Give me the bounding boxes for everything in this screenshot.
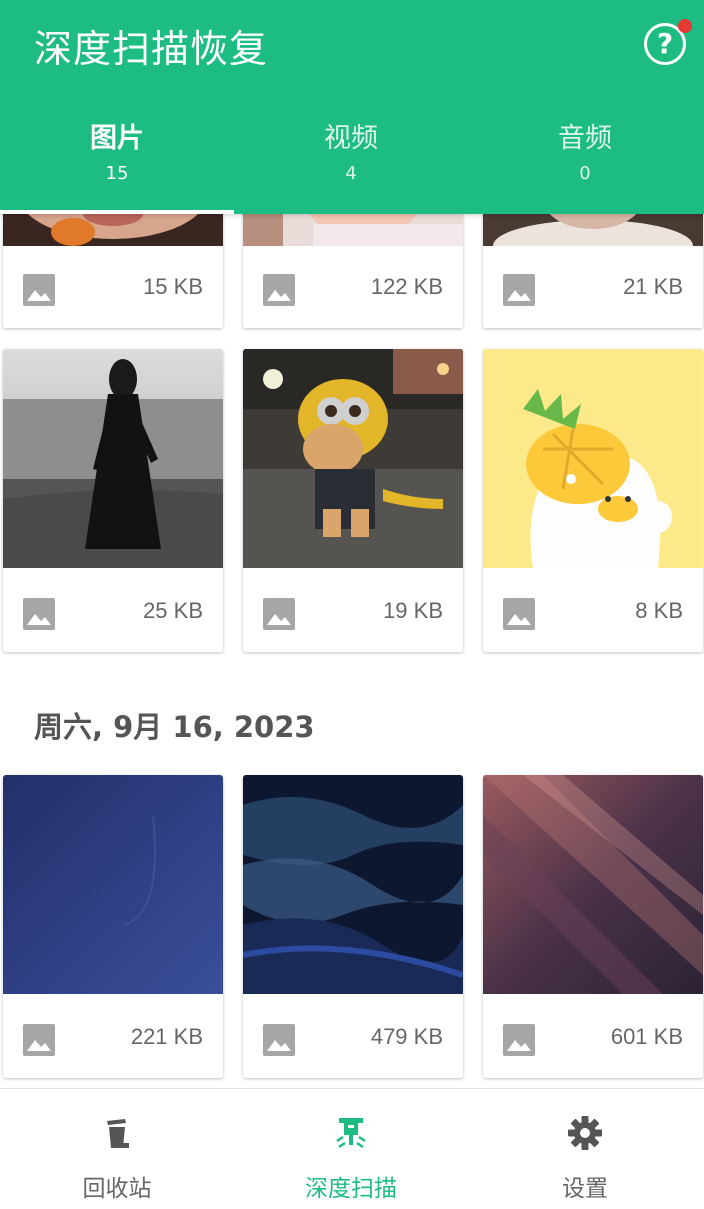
date-header: 周六, 9月 16, 2023 [34, 710, 315, 744]
tab-label: 图片 [90, 123, 144, 154]
gear-icon [568, 1116, 602, 1150]
photo-card[interactable]: 25 KB [3, 349, 223, 652]
image-icon [263, 598, 295, 630]
nav-label: 设置 [562, 1176, 608, 1202]
trash-icon [107, 1119, 129, 1148]
card-footer: 19 KB [243, 568, 463, 652]
tab-count: 15 [105, 163, 129, 184]
image-icon [23, 598, 55, 630]
photo-thumbnail [3, 214, 223, 246]
photo-thumbnail [483, 214, 703, 246]
photo-thumbnail [3, 349, 223, 568]
tab-count: 0 [579, 163, 591, 184]
photo-thumbnail [243, 214, 463, 246]
file-size: 25 KB [143, 598, 203, 623]
file-size: 8 KB [635, 598, 683, 623]
app-header: 深度扫描恢复 ? 图片 15 视频 4 音频 0 [0, 0, 704, 214]
photo-card[interactable]: 601 KB [483, 775, 703, 1078]
photo-card[interactable]: 8 KB [483, 349, 703, 652]
image-icon [503, 1024, 535, 1056]
photo-thumbnail [3, 775, 223, 994]
tab-audio[interactable]: 音频 0 [468, 100, 702, 214]
nav-settings[interactable]: 设置 [468, 1089, 702, 1209]
image-icon [503, 598, 535, 630]
photo-card[interactable]: 19 KB [243, 349, 463, 652]
file-size: 601 KB [610, 1024, 683, 1049]
nav-recycle-bin[interactable]: 回收站 [0, 1089, 234, 1209]
photo-thumbnail [243, 349, 463, 568]
tab-count: 4 [345, 163, 357, 184]
card-footer: 122 KB [243, 244, 463, 328]
bottom-navigation: 回收站 深度扫描 设置 [0, 1088, 704, 1209]
photo-card[interactable]: 122 KB [243, 214, 463, 328]
media-tabs: 图片 15 视频 4 音频 0 [0, 100, 704, 214]
tab-videos[interactable]: 视频 4 [234, 100, 468, 214]
image-icon [23, 274, 55, 306]
photo-thumbnail [483, 775, 703, 994]
image-icon [263, 1024, 295, 1056]
nav-label: 回收站 [82, 1176, 152, 1202]
file-size: 122 KB [370, 274, 443, 299]
photo-card[interactable]: 21 KB [483, 214, 703, 328]
app-title: 深度扫描恢复 [34, 27, 269, 71]
file-size: 15 KB [143, 274, 203, 299]
tab-label: 音频 [558, 123, 612, 154]
file-size: 19 KB [383, 598, 443, 623]
image-icon [23, 1024, 55, 1056]
nav-deep-scan[interactable]: 深度扫描 [234, 1089, 468, 1209]
file-size: 21 KB [623, 274, 683, 299]
card-footer: 601 KB [483, 994, 703, 1078]
photo-thumbnail [243, 775, 463, 994]
tab-label: 视频 [324, 123, 378, 154]
tab-indicator [0, 210, 234, 214]
tab-images[interactable]: 图片 15 [0, 100, 234, 214]
photo-card[interactable]: 221 KB [3, 775, 223, 1078]
card-footer: 25 KB [3, 568, 223, 652]
photo-card[interactable]: 479 KB [243, 775, 463, 1078]
image-icon [503, 274, 535, 306]
drill-icon [336, 1118, 366, 1149]
scan-results-list[interactable]: 15 KB 122 KB 21 KB 25 KB 19 KB 8 KB 周六, … [0, 214, 704, 1088]
card-footer: 15 KB [3, 244, 223, 328]
card-footer: 21 KB [483, 244, 703, 328]
file-size: 221 KB [130, 1024, 203, 1049]
photo-thumbnail [483, 349, 703, 568]
nav-label: 深度扫描 [305, 1176, 397, 1202]
file-size: 479 KB [370, 1024, 443, 1049]
image-icon [263, 274, 295, 306]
card-footer: 479 KB [243, 994, 463, 1078]
notification-dot [678, 19, 692, 33]
card-footer: 8 KB [483, 568, 703, 652]
card-footer: 221 KB [3, 994, 223, 1078]
photo-card[interactable]: 15 KB [3, 214, 223, 328]
